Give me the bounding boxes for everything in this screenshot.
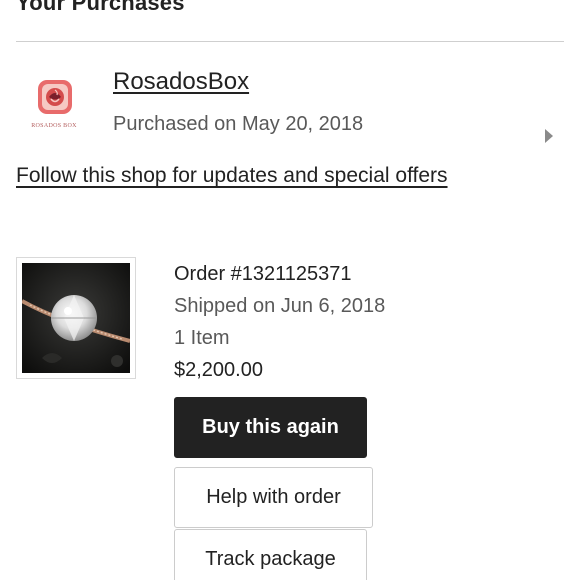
diamond-ring-image: [22, 263, 130, 373]
header-divider: [16, 41, 564, 42]
track-package-button[interactable]: Track package: [174, 529, 367, 580]
shop-logo-text: ROSADOS BOX: [31, 123, 77, 129]
shop-logo[interactable]: ROSADOS BOX: [22, 76, 86, 136]
buy-again-button[interactable]: Buy this again: [174, 397, 367, 458]
order-number: Order #1321125371: [174, 263, 352, 285]
item-count: 1 Item: [174, 327, 230, 349]
shop-name-link[interactable]: RosadosBox: [113, 68, 249, 96]
purchases-page: Your Purchases ROSADOS BOX RosadosBox Pu…: [0, 0, 580, 580]
page-title: Your Purchases: [16, 0, 185, 15]
chevron-right-icon[interactable]: [543, 128, 555, 144]
product-thumbnail[interactable]: [16, 257, 136, 379]
follow-shop-link[interactable]: Follow this shop for updates and special…: [16, 156, 486, 195]
help-with-order-button[interactable]: Help with order: [174, 467, 373, 528]
shipped-date: Shipped on Jun 6, 2018: [174, 295, 386, 317]
purchased-date: Purchased on May 20, 2018: [113, 113, 364, 135]
order-total: $2,200.00: [174, 359, 263, 381]
order-info: Order #1321125371 Shipped on Jun 6, 2018…: [174, 258, 385, 386]
rose-logo-icon: [38, 80, 72, 114]
